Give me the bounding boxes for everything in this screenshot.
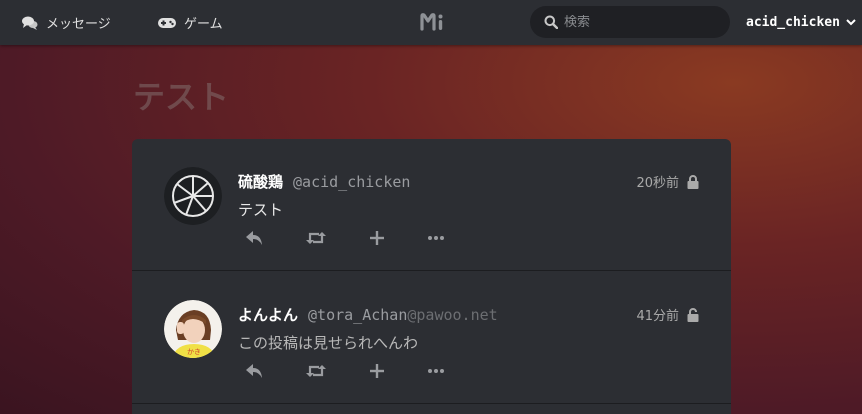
renote-button[interactable]	[306, 227, 326, 249]
account-menu[interactable]: acid_chicken	[746, 0, 856, 45]
reply-icon	[246, 364, 262, 378]
post-meta: 20秒前	[636, 172, 699, 191]
renote-icon	[306, 365, 326, 377]
post-text: テスト	[238, 201, 284, 219]
nav-messages[interactable]: メッセージ	[22, 0, 111, 45]
comments-icon	[22, 16, 38, 30]
reaction-add-icon	[370, 364, 384, 378]
post-header: よんよん @tora_Achan @pawoo.net 41分前	[238, 304, 699, 325]
chevron-down-icon	[846, 19, 856, 26]
post-text: この投稿は見せられへんわ	[238, 334, 419, 352]
more-button[interactable]	[428, 227, 444, 249]
reply-icon	[246, 231, 262, 245]
more-button[interactable]	[428, 360, 444, 382]
gamepad-icon	[158, 17, 176, 28]
reply-button[interactable]	[246, 360, 263, 382]
avatar-wheel-image	[164, 167, 222, 225]
unlock-icon	[687, 307, 699, 322]
more-icon	[428, 369, 444, 373]
reaction-add-button[interactable]	[370, 227, 384, 249]
post-meta: 41分前	[636, 305, 699, 324]
more-icon	[428, 236, 444, 240]
misskey-logo[interactable]	[420, 13, 444, 31]
post-header: 硫酸鶏 @acid_chicken 20秒前	[238, 171, 699, 192]
username[interactable]: @acid_chicken	[293, 173, 410, 191]
post-time[interactable]: 41分前	[636, 305, 679, 324]
timeline-post[interactable]: 硫酸鶏 @acid_chicken 20秒前 テスト	[132, 139, 731, 271]
search-icon	[544, 15, 558, 29]
reaction-add-icon	[370, 231, 384, 245]
search-input[interactable]	[564, 14, 724, 30]
avatar-photo-image: かき	[164, 300, 222, 358]
account-name: acid_chicken	[746, 15, 840, 30]
post-time[interactable]: 20秒前	[636, 172, 679, 191]
avatar[interactable]: かき	[164, 300, 222, 358]
display-name[interactable]: よんよん	[238, 304, 298, 325]
renote-icon	[306, 232, 326, 244]
nav-games[interactable]: ゲーム	[158, 0, 223, 45]
display-name[interactable]: 硫酸鶏	[238, 171, 283, 192]
svg-text:かき: かき	[187, 348, 201, 356]
lock-icon	[687, 174, 699, 189]
user-host[interactable]: @pawoo.net	[407, 306, 497, 324]
reply-button[interactable]	[246, 227, 263, 249]
search-box[interactable]	[530, 6, 730, 38]
nav-games-label: ゲーム	[184, 17, 223, 32]
page-title: テスト	[133, 78, 230, 116]
timeline-post[interactable]: かき よんよん @tora_Achan @pawoo.net 41分前 この投稿…	[132, 272, 731, 404]
top-navigation-bar: メッセージ ゲーム acid_chicken	[0, 0, 862, 45]
avatar[interactable]	[164, 167, 222, 225]
reaction-add-button[interactable]	[370, 360, 384, 382]
nav-messages-label: メッセージ	[46, 17, 111, 32]
timeline: 硫酸鶏 @acid_chicken 20秒前 テスト かき よんよん @tora…	[132, 139, 731, 414]
renote-button[interactable]	[306, 360, 326, 382]
username[interactable]: @tora_Achan	[308, 306, 407, 324]
